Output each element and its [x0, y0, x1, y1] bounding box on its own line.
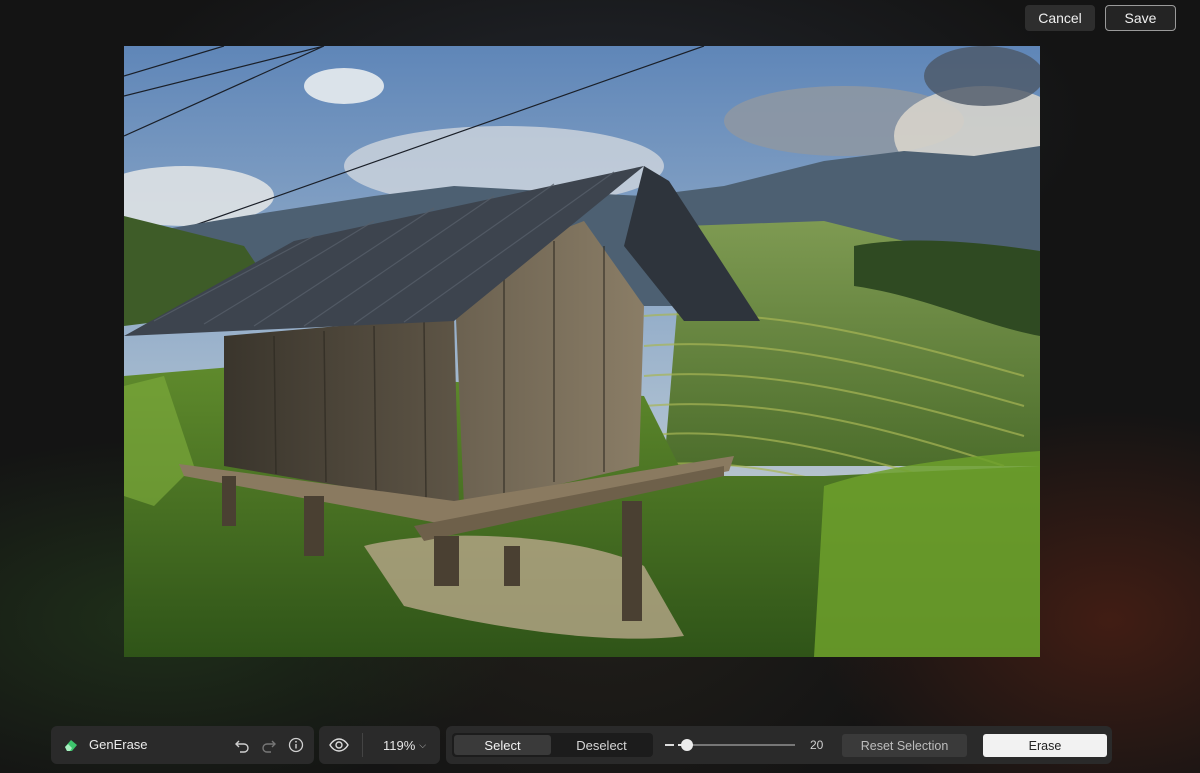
undo-icon[interactable] [234, 737, 250, 753]
reset-selection-button[interactable]: Reset Selection [842, 734, 967, 757]
brush-panel: Select Deselect 20 Reset Selection Erase [446, 726, 1112, 764]
divider [362, 733, 363, 757]
brush-size-decrease-icon[interactable] [665, 744, 674, 746]
select-mode-button[interactable]: Select [454, 735, 551, 755]
eraser-icon [65, 740, 77, 751]
save-button[interactable]: Save [1105, 5, 1176, 31]
cancel-button[interactable]: Cancel [1025, 5, 1095, 31]
photo-image [124, 46, 1040, 657]
tool-name: GenErase [89, 737, 148, 752]
info-icon[interactable] [288, 737, 304, 753]
zoom-value: 119% [383, 738, 416, 753]
chevron-down-icon: ⌵ [419, 740, 427, 750]
tool-panel: GenErase [51, 726, 314, 764]
brush-size-value: 20 [810, 738, 824, 752]
brush-size-thumb[interactable] [681, 739, 693, 751]
view-panel: 119% ⌵ [319, 726, 440, 764]
erase-button[interactable]: Erase [983, 734, 1107, 757]
photo-canvas[interactable] [124, 46, 1040, 657]
brush-size-slider[interactable] [678, 739, 795, 751]
deselect-mode-button[interactable]: Deselect [552, 735, 651, 755]
mode-toggle: Select Deselect [452, 733, 653, 757]
zoom-dropdown[interactable]: 119% ⌵ [383, 738, 426, 753]
eye-icon[interactable] [329, 737, 349, 753]
redo-icon[interactable] [261, 737, 277, 753]
